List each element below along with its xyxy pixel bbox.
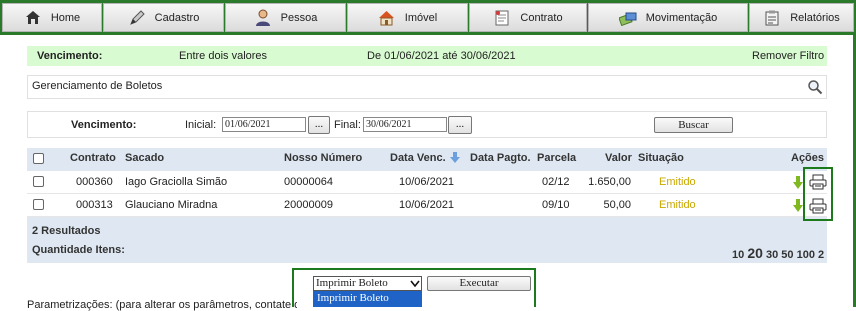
header-acoes: Ações: [791, 152, 825, 164]
cell-valor: 1.650,00: [588, 176, 631, 188]
report-icon: [763, 9, 781, 27]
nav-movimentacao-button[interactable]: Movimentação: [588, 3, 748, 32]
printer-icon[interactable]: [809, 198, 827, 217]
filter-range: De 01/06/2021 até 30/06/2021: [367, 50, 516, 62]
sort-down-icon[interactable]: [450, 152, 460, 166]
nav-pessoa-button[interactable]: Pessoa: [225, 3, 346, 32]
parameters-note: Parametrizações: (para alterar os parâme…: [27, 299, 297, 311]
page-size-20[interactable]: 20: [747, 245, 763, 261]
page-size-100[interactable]: 100: [797, 249, 815, 261]
pencil-icon: [128, 9, 146, 27]
page-size-selector: 10 20 30 50 100 2: [732, 245, 824, 261]
cell-contrato: 000360: [76, 176, 113, 188]
cell-parcela: 02/12: [542, 176, 570, 188]
header-valor[interactable]: Valor: [605, 152, 632, 164]
nav-cadastro-button[interactable]: Cadastro: [103, 3, 224, 32]
final-date-label: Final:: [334, 119, 361, 131]
cell-nosso-numero: 00000064: [284, 176, 333, 188]
nav-relatorios-button[interactable]: Relatórios: [749, 3, 854, 32]
top-navigation: Home Cadastro Pessoa Imóvel Contrato Mov…: [0, 0, 856, 35]
nav-pessoa-label: Pessoa: [280, 11, 318, 24]
header-sacado[interactable]: Sacado: [125, 152, 164, 164]
cell-sacado: Iago Graciolla Simão: [125, 176, 228, 188]
document-icon: [493, 9, 511, 27]
nav-imovel-label: Imóvel: [404, 11, 438, 24]
nav-contrato-button[interactable]: Contrato: [469, 3, 587, 32]
header-contrato[interactable]: Contrato: [70, 152, 116, 164]
boletos-table: Contrato Sacado Nosso Número Data Venc. …: [27, 148, 827, 263]
filter-condition: Entre dois valores: [179, 50, 268, 62]
page-size-10[interactable]: 10: [732, 249, 744, 261]
home-icon: [24, 9, 42, 27]
row-checkbox[interactable]: [33, 176, 44, 187]
printer-icon[interactable]: [809, 174, 827, 193]
initial-date-input[interactable]: 01/06/2021: [222, 117, 306, 132]
table-row: 000360 Iago Graciolla Simão 00000064 10/…: [27, 171, 827, 194]
cell-parcela: 09/10: [542, 199, 570, 211]
initial-date-label: Inicial:: [185, 119, 217, 131]
cell-valor: 50,00: [603, 199, 631, 211]
nav-movimentacao-label: Movimentação: [645, 11, 718, 24]
cell-data-venc: 10/06/2021: [399, 176, 455, 188]
action-select[interactable]: Imprimir Boleto: [313, 276, 422, 291]
row-checkbox[interactable]: [33, 199, 44, 210]
nav-home-label: Home: [50, 11, 81, 24]
download-arrow-icon[interactable]: [793, 199, 803, 215]
initial-date-picker-button[interactable]: ...: [308, 116, 330, 134]
cell-data-venc: 10/06/2021: [399, 199, 455, 211]
header-data-venc[interactable]: Data Venc.: [390, 152, 446, 164]
header-nosso-numero[interactable]: Nosso Número: [284, 152, 362, 164]
transfer-icon: [618, 9, 637, 27]
search-vencimento-label: Vencimento:: [71, 119, 137, 131]
action-select-value: Imprimir Boleto: [316, 277, 388, 289]
results-count: 2 Resultados: [32, 225, 101, 237]
quantity-items-label: Quantidade Itens:: [32, 244, 125, 256]
header-parcela[interactable]: Parcela: [537, 152, 576, 164]
page-header: Gerenciamento de Boletos: [27, 75, 827, 99]
final-date-picker-button[interactable]: ...: [448, 116, 472, 134]
house-icon: [378, 9, 396, 27]
header-data-pagto[interactable]: Data Pagto.: [470, 152, 531, 164]
final-date-input[interactable]: 30/06/2021: [363, 117, 447, 132]
table-row: 000313 Glauciano Miradna 20000009 10/06/…: [27, 194, 827, 217]
person-icon: [254, 9, 272, 27]
filter-field-label: Vencimento:: [37, 50, 103, 62]
search-icon[interactable]: [807, 79, 823, 98]
nav-home-button[interactable]: Home: [2, 3, 102, 32]
nav-contrato-label: Contrato: [520, 11, 563, 24]
print-actions-highlight: [803, 167, 833, 221]
page-size-30[interactable]: 30: [766, 249, 778, 261]
cell-situacao: Emitido: [659, 199, 696, 211]
select-all-checkbox[interactable]: [33, 153, 44, 164]
execute-button[interactable]: Executar: [427, 276, 531, 291]
nav-imovel-button[interactable]: Imóvel: [347, 3, 468, 32]
cell-contrato: 000313: [76, 199, 113, 211]
header-situacao[interactable]: Situação: [638, 152, 684, 164]
cell-nosso-numero: 20000009: [284, 199, 333, 211]
cell-situacao: Emitido: [659, 176, 696, 188]
search-panel: Vencimento: Inicial: 01/06/2021 ... Fina…: [27, 111, 827, 138]
search-button[interactable]: Buscar: [654, 117, 733, 133]
download-arrow-icon[interactable]: [793, 176, 803, 192]
nav-relatorios-label: Relatórios: [790, 11, 840, 24]
remove-filter-link[interactable]: Remover Filtro: [752, 50, 824, 62]
page-size-50[interactable]: 50: [781, 249, 793, 261]
dropdown-option-imprimir-boleto[interactable]: Imprimir Boleto: [313, 291, 422, 307]
page-size-2[interactable]: 2: [818, 249, 824, 261]
cell-sacado: Glauciano Miradna: [125, 199, 218, 211]
active-filter-bar: Vencimento: Entre dois valores De 01/06/…: [27, 46, 827, 66]
page-title: Gerenciamento de Boletos: [32, 80, 163, 92]
nav-cadastro-label: Cadastro: [154, 11, 200, 24]
